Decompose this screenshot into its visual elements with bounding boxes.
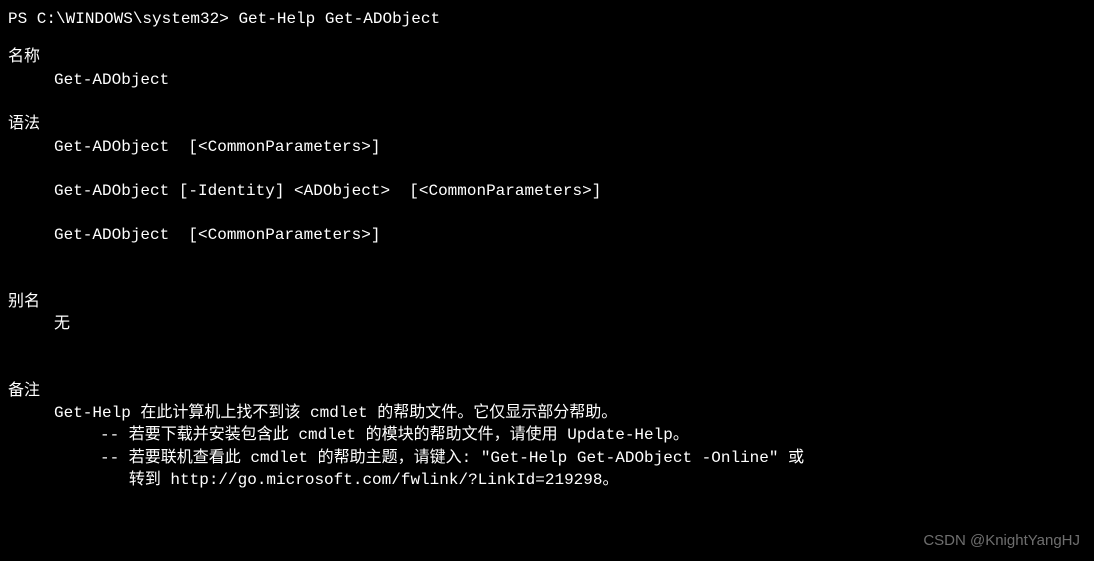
prompt-command: Get-Help Get-ADObject — [238, 10, 440, 28]
section-alias-header: 别名 — [8, 291, 1086, 313]
section-name-header: 名称 — [8, 46, 1086, 68]
blank-line — [8, 269, 1086, 291]
section-syntax-header: 语法 — [8, 113, 1086, 135]
prompt-line[interactable]: PS C:\WINDOWS\system32> Get-Help Get-ADO… — [8, 8, 1086, 30]
remarks-line: Get-Help 在此计算机上找不到该 cmdlet 的帮助文件。它仅显示部分帮… — [8, 402, 1086, 424]
remarks-line: -- 若要联机查看此 cmdlet 的帮助主题，请键入: "Get-Help G… — [8, 447, 1086, 469]
blank-line — [8, 91, 1086, 113]
blank-line — [8, 358, 1086, 380]
watermark: CSDN @KnightYangHJ — [923, 530, 1080, 551]
section-remarks-header: 备注 — [8, 380, 1086, 402]
blank-line — [8, 202, 1086, 224]
remarks-line: -- 若要下载并安装包含此 cmdlet 的模块的帮助文件，请使用 Update… — [8, 424, 1086, 446]
blank-line — [8, 247, 1086, 269]
section-name-value: Get-ADObject — [8, 69, 1086, 91]
section-alias-value: 无 — [8, 313, 1086, 335]
remarks-line: 转到 http://go.microsoft.com/fwlink/?LinkI… — [8, 469, 1086, 491]
syntax-line: Get-ADObject [<CommonParameters>] — [8, 224, 1086, 246]
syntax-line: Get-ADObject [-Identity] <ADObject> [<Co… — [8, 180, 1086, 202]
blank-line — [8, 336, 1086, 358]
syntax-line: Get-ADObject [<CommonParameters>] — [8, 136, 1086, 158]
blank-line — [8, 158, 1086, 180]
prompt-prefix: PS C:\WINDOWS\system32> — [8, 10, 238, 28]
